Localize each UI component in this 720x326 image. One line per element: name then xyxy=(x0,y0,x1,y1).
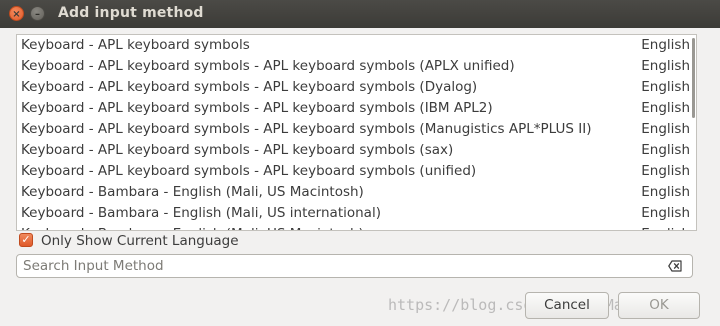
list-item[interactable]: Keyboard - APL keyboard symbols - APL ke… xyxy=(17,119,696,140)
list-item[interactable]: Keyboard - APL keyboard symbols - APL ke… xyxy=(17,140,696,161)
cancel-button[interactable]: Cancel xyxy=(525,292,609,319)
list-item-language: English xyxy=(641,58,690,74)
list-item-name: Keyboard - APL keyboard symbols xyxy=(21,37,250,53)
list-item-name: Keyboard - APL keyboard symbols - APL ke… xyxy=(21,58,515,74)
list-item[interactable]: Keyboard - APL keyboard symbols - APL ke… xyxy=(17,98,696,119)
list-item-name: Keyboard - Bambara - English (Mali, US M… xyxy=(21,224,364,230)
list-scrollbar[interactable] xyxy=(692,38,695,118)
list-rows: Keyboard - APL keyboard symbols English Ke… xyxy=(17,35,696,230)
list-item-name: Keyboard - APL keyboard symbols - APL ke… xyxy=(21,79,478,95)
list-item[interactable]: Keyboard - APL keyboard symbols - APL ke… xyxy=(17,161,696,182)
list-item-name: Keyboard - Bambara - English (Mali, US M… xyxy=(21,184,364,200)
list-item[interactable]: Keyboard - APL keyboard symbols - APL ke… xyxy=(17,77,696,98)
list-item-language: English xyxy=(641,79,690,95)
window-title: Add input method xyxy=(58,5,204,21)
list-item-name: Keyboard - Bambara - English (Mali, US i… xyxy=(21,205,381,221)
list-item-language: English xyxy=(641,37,690,53)
only-current-language-checkbox[interactable]: ✓ xyxy=(19,233,33,247)
list-item-language: English xyxy=(641,121,690,137)
list-item-language: English xyxy=(641,163,690,179)
input-method-list[interactable]: Keyboard - APL keyboard symbols English Ke… xyxy=(16,34,697,231)
list-item-name: Keyboard - APL keyboard symbols - APL ke… xyxy=(21,100,493,116)
list-item-language: English xyxy=(641,224,690,230)
list-item-name: Keyboard - APL keyboard symbols - APL ke… xyxy=(21,121,592,137)
only-current-language-label[interactable]: Only Show Current Language xyxy=(41,232,239,250)
backspace-icon[interactable] xyxy=(668,260,682,272)
search-input[interactable] xyxy=(23,257,653,275)
list-item[interactable]: Keyboard - Bambara - English (Mali, US i… xyxy=(17,203,696,224)
list-item[interactable]: Keyboard - APL keyboard symbols English xyxy=(17,35,696,56)
list-item-language: English xyxy=(641,142,690,158)
list-item-language: English xyxy=(641,184,690,200)
close-window-button[interactable]: × xyxy=(9,6,24,21)
ok-button[interactable]: OK xyxy=(618,292,700,319)
minimize-window-button[interactable]: – xyxy=(30,6,45,21)
list-item[interactable]: Keyboard - Bambara - English (Mali, US M… xyxy=(17,182,696,203)
list-item-language: English xyxy=(641,205,690,221)
list-item[interactable]: Keyboard - APL keyboard symbols - APL ke… xyxy=(17,56,696,77)
search-box[interactable] xyxy=(16,254,693,278)
list-item-name: Keyboard - APL keyboard symbols - APL ke… xyxy=(21,142,454,158)
list-item-language: English xyxy=(641,100,690,116)
title-bar: × – Add input method xyxy=(0,0,720,28)
list-item[interactable]: Keyboard - Bambara - English (Mali, US M… xyxy=(17,224,696,230)
list-item-name: Keyboard - APL keyboard symbols - APL ke… xyxy=(21,163,477,179)
